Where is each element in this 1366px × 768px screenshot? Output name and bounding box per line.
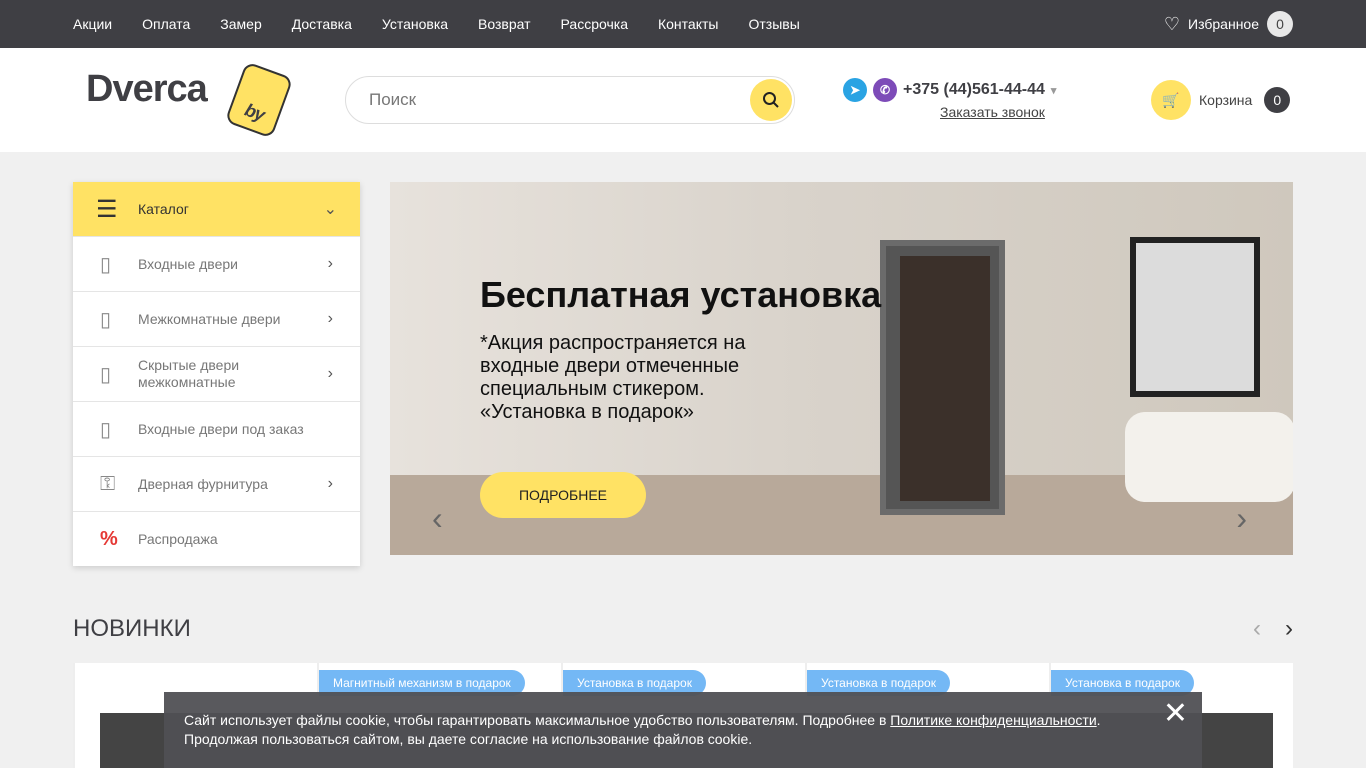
top-nav-item[interactable]: Рассрочка — [561, 16, 628, 32]
top-nav-item[interactable]: Акции — [73, 16, 112, 32]
catalog-item[interactable]: ▯ Межкомнатные двери › — [73, 291, 360, 346]
search-button[interactable] — [750, 79, 792, 121]
door-icon: ▯ — [100, 363, 112, 386]
menu-icon: ☰ — [96, 195, 118, 223]
cart-label: Корзина — [1199, 92, 1253, 108]
banner-door-image — [880, 240, 1005, 515]
door-icon: ▯ — [100, 253, 112, 276]
logo[interactable]: Dverca by — [86, 61, 294, 139]
chevron-right-icon: › — [327, 365, 333, 382]
logo-tag: by — [224, 61, 294, 139]
banner-subtitle: *Акция распространяется на входные двери… — [480, 332, 746, 423]
catalog-item-label: Межкомнатные двери — [138, 310, 281, 327]
catalog-menu: ☰ Каталог ⌄ ▯ Входные двери › ▯ Межкомнатные… — [73, 182, 360, 566]
cart-button[interactable]: 🛒 Корзина 0 — [1151, 80, 1291, 120]
banner-picture-image — [1130, 237, 1260, 397]
chevron-right-icon: › — [327, 255, 333, 272]
callback-link[interactable]: Заказать звонок — [940, 104, 1045, 120]
heart-icon: ♡ — [1163, 13, 1181, 34]
favorites-link[interactable]: ♡ Избранное 0 — [1164, 11, 1293, 37]
carousel-prev-arrow[interactable]: ‹ — [1253, 615, 1261, 643]
top-nav-item[interactable]: Оплата — [142, 16, 190, 32]
close-icon[interactable]: ✕ — [1163, 699, 1188, 729]
top-nav: Акции Оплата Замер Доставка Установка Возврат… — [73, 16, 800, 32]
hero-banner: Бесплатная установка *Акция распространя… — [390, 182, 1293, 555]
banner-title: Бесплатная установка — [480, 274, 882, 315]
logo-text: Dverca — [86, 68, 208, 110]
door-icon: ▯ — [100, 308, 112, 331]
catalog-item[interactable]: ▯ Входные двери › — [73, 236, 360, 291]
catalog-item[interactable]: ▯ Скрытые двери межкомнатные › — [73, 346, 360, 401]
top-nav-item[interactable]: Отзывы — [748, 16, 799, 32]
top-nav-item[interactable]: Замер — [220, 16, 261, 32]
favorites-label: Избранное — [1188, 16, 1259, 32]
cart-count: 0 — [1264, 87, 1291, 113]
privacy-policy-link[interactable]: Политике конфиденциальности — [890, 712, 1096, 728]
top-bar: Акции Оплата Замер Доставка Установка Возврат… — [0, 0, 1366, 48]
cart-icon: 🛒 — [1151, 80, 1191, 120]
door-icon: ⚿ — [100, 472, 116, 495]
phone-number[interactable]: +375 (44)561-44-44 — [903, 81, 1045, 99]
chevron-down-icon: ⌄ — [323, 201, 337, 218]
viber-icon[interactable]: ✆ — [873, 78, 897, 102]
chevron-right-icon: › — [327, 475, 333, 492]
cookie-text: Сайт использует файлы cookie, чтобы гара… — [184, 712, 891, 728]
top-nav-item[interactable]: Возврат — [478, 16, 531, 32]
catalog-item-label: Распродажа — [138, 530, 218, 547]
banner-more-button[interactable]: ПОДРОБНЕЕ — [480, 472, 646, 518]
catalog-toggle[interactable]: ☰ Каталог ⌄ — [73, 182, 360, 236]
phone: ➤ ✆ +375 (44)561-44-44 ▾ — [843, 78, 1056, 102]
header: Dverca by Поиск ➤ ✆ +375 (44)561-44-44 ▾ … — [0, 48, 1366, 152]
catalog-item-label: Дверная фурнитура — [138, 475, 268, 492]
section-title-new: НОВИНКИ — [73, 615, 191, 642]
catalog-title: Каталог — [138, 201, 189, 217]
top-nav-item[interactable]: Доставка — [292, 16, 352, 32]
favorites-count: 0 — [1267, 11, 1293, 37]
door-icon: ▯ — [100, 418, 112, 441]
cookie-banner: Сайт использует файлы cookie, чтобы гара… — [164, 692, 1202, 768]
search-icon — [763, 92, 779, 108]
search-placeholder: Поиск — [369, 90, 417, 109]
chevron-right-icon: › — [327, 310, 333, 327]
catalog-item-label: Входные двери под заказ — [138, 420, 304, 437]
search-input[interactable]: Поиск — [345, 76, 795, 124]
catalog-item[interactable]: % Распродажа — [73, 511, 360, 566]
catalog-item-label: Входные двери — [138, 255, 238, 272]
top-nav-item[interactable]: Контакты — [658, 16, 718, 32]
banner-next-arrow[interactable]: › — [1236, 500, 1247, 537]
banner-prev-arrow[interactable]: ‹ — [432, 500, 443, 537]
catalog-item[interactable]: ⚿ Дверная фурнитура › — [73, 456, 360, 511]
banner-sofa-image — [1125, 412, 1293, 502]
percent-icon: % — [100, 527, 118, 550]
cookie-text-line2: Продолжая пользоваться сайтом, вы даете … — [184, 731, 753, 747]
telegram-icon[interactable]: ➤ — [843, 78, 867, 102]
cookie-text-end: . — [1096, 712, 1101, 728]
chevron-down-icon[interactable]: ▾ — [1051, 84, 1057, 97]
catalog-item-label: Скрытые двери межкомнатные — [138, 357, 240, 390]
top-nav-item[interactable]: Установка — [382, 16, 448, 32]
carousel-next-arrow[interactable]: › — [1285, 615, 1293, 643]
catalog-item[interactable]: ▯ Входные двери под заказ — [73, 401, 360, 456]
